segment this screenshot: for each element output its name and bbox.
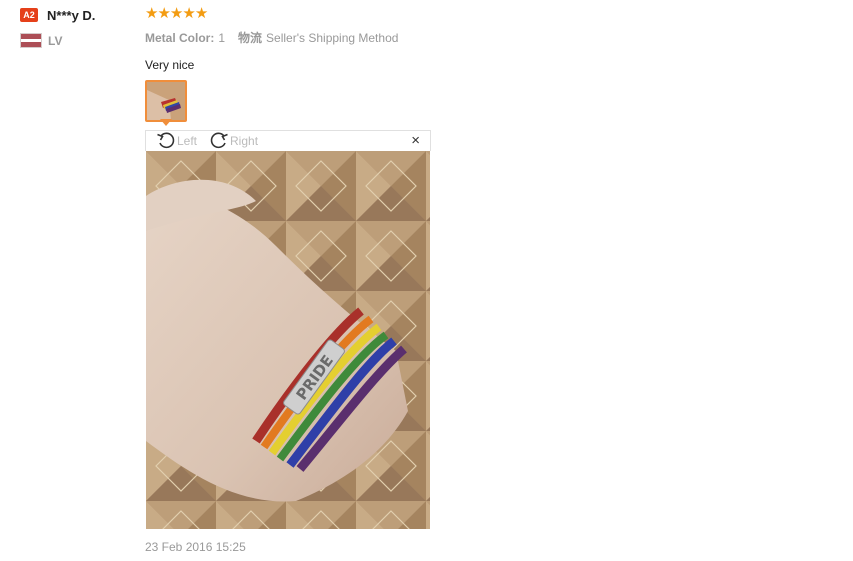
star-icon: ★: [194, 5, 209, 22]
buyer-info: A2 N***y D. LV: [20, 6, 135, 48]
rotate-right-icon: [209, 131, 229, 152]
buyer-country: LV: [48, 33, 63, 48]
rotate-right-button[interactable]: Right: [209, 131, 258, 152]
rotate-left-label: Left: [177, 134, 198, 148]
star-icon: ★: [157, 5, 171, 22]
close-icon[interactable]: ×: [411, 132, 420, 149]
buyer-name-row: A2 N***y D.: [20, 6, 135, 24]
rotate-left-icon: [156, 131, 176, 152]
buyer-country-row: LV: [20, 33, 135, 48]
shipping-label: 物流: [238, 31, 263, 45]
review-photo-image: PRIDE: [146, 151, 430, 529]
thumbnail-pointer: [160, 119, 172, 126]
review-content: ★ ★ ★ ★ ★ Metal Color: 1 物流 Seller's Shi…: [145, 6, 745, 73]
star-icon: ★: [182, 5, 196, 22]
feedback-text: Very nice: [145, 58, 195, 72]
buyer-level-badge: A2: [20, 8, 38, 22]
star-icon: ★: [145, 5, 159, 22]
shipping-value: Seller's Shipping Method: [266, 30, 399, 45]
metal-color-value: 1: [218, 30, 226, 45]
review-photo-thumbnail[interactable]: [145, 80, 187, 122]
star-rating: ★ ★ ★ ★ ★: [145, 6, 745, 22]
star-icon: ★: [169, 5, 184, 22]
order-attributes: Metal Color: 1 物流 Seller's Shipping Meth…: [145, 29, 745, 46]
latvia-flag-icon: [20, 33, 42, 48]
buyer-name: N***y D.: [47, 7, 96, 23]
thumbnail-image: [147, 82, 185, 120]
rotate-left-button[interactable]: Left: [156, 131, 197, 152]
review-date: 23 Feb 2016 15:25: [145, 540, 246, 554]
review-photo: PRIDE: [146, 151, 430, 529]
rotate-right-label: Right: [230, 134, 259, 148]
metal-color-label: Metal Color:: [145, 30, 215, 45]
photo-viewer-toolbar: Left Right ×: [145, 130, 431, 151]
